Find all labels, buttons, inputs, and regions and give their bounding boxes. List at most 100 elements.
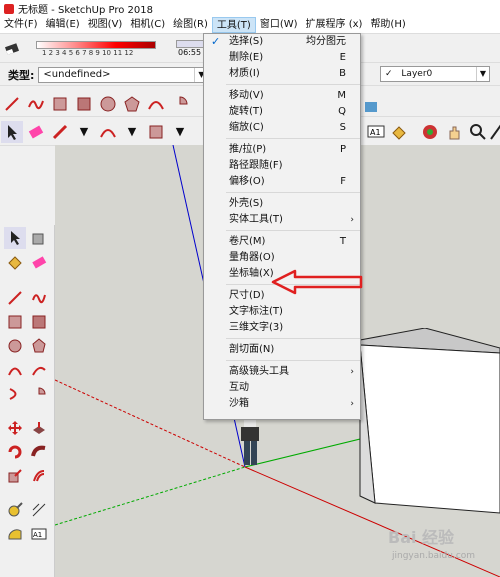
menu-view[interactable]: 视图(V) (84, 17, 127, 33)
menu-extensions[interactable]: 扩展程序 (x) (302, 17, 367, 33)
protractor-icon[interactable] (4, 523, 26, 545)
menu-file[interactable]: 文件(F) (0, 17, 42, 33)
pan-hand-icon[interactable] (443, 121, 465, 143)
tools-menu-item-label: 路径跟随(F) (229, 160, 283, 171)
window-title: 无标题 - SketchUp Pro 2018 (18, 5, 153, 16)
rectangle-icon[interactable] (49, 93, 71, 115)
tools-menu-item-label: 坐标轴(X) (229, 268, 274, 279)
text-label-icon[interactable]: A1 (28, 523, 50, 545)
tools-menu-item-shortcut: B (339, 68, 346, 79)
rotated-rectangle-icon[interactable] (73, 93, 95, 115)
eraser-icon[interactable] (1, 38, 23, 60)
pie-icon[interactable] (169, 93, 191, 115)
tools-menu-item-label: 沙箱 (229, 398, 249, 409)
scale-figure (241, 415, 259, 465)
arc-icon[interactable] (145, 93, 167, 115)
pushpull-icon[interactable] (28, 417, 50, 439)
tools-menu-item[interactable]: 材质(I) B (204, 66, 360, 82)
chevron-down-icon[interactable]: ▼ (73, 121, 95, 143)
arc-tool-icon[interactable] (97, 121, 119, 143)
type-dropdown[interactable]: <undefined> ▼ (38, 66, 209, 83)
freehand-icon[interactable] (28, 287, 50, 309)
line-icon[interactable] (4, 287, 26, 309)
tools-menu-item-shortcut: P (339, 144, 346, 155)
3d-box[interactable] (355, 328, 500, 528)
tools-menu-item[interactable]: 外壳(S) (204, 196, 360, 212)
tools-menu-item-label: 尺寸(D) (229, 290, 265, 301)
tools-menu-item-label: 移动(V) (229, 90, 264, 101)
layer-dropdown[interactable]: ✓ Layer0 ▼ (380, 66, 490, 82)
menu-edit[interactable]: 编辑(E) (42, 17, 84, 33)
tools-menu-item[interactable]: 三维文字(3) (204, 320, 360, 336)
tools-menu-item[interactable]: 缩放(C) S (204, 120, 360, 136)
eraser-tool-icon[interactable] (28, 251, 50, 273)
svg-text:A1: A1 (33, 531, 42, 539)
tools-menu-item[interactable]: 剖切面(N) (204, 342, 360, 358)
tools-menu-item-label: 缩放(C) (229, 122, 264, 133)
tools-menu-item[interactable]: 卷尺(M) T (204, 234, 360, 250)
polygon-icon[interactable] (121, 93, 143, 115)
tools-menu-item[interactable]: 路径跟随(F) (204, 158, 360, 174)
menu-draw[interactable]: 绘图(R) (169, 17, 212, 33)
watermark-url: jingyan.baidu.com (392, 551, 476, 561)
make-component-icon[interactable] (28, 227, 50, 249)
pushpull-icon[interactable] (361, 94, 383, 116)
tools-menu-item[interactable]: 高级镜头工具 › (204, 364, 360, 380)
paint-bucket-icon[interactable] (4, 251, 26, 273)
annotation-arrow-icon (271, 269, 363, 295)
tools-menu-item[interactable]: 沙箱 › (204, 396, 360, 412)
menu-tools[interactable]: 工具(T) (211, 17, 256, 33)
eraser-tool-icon[interactable] (25, 121, 47, 143)
pie-icon[interactable] (28, 383, 50, 405)
menu-window[interactable]: 窗口(W) (256, 17, 302, 33)
select-arrow-icon[interactable] (1, 120, 23, 143)
tools-menu-item-label: 材质(I) (229, 68, 260, 79)
menu-bar: 文件(F) 编辑(E) 视图(V) 相机(C) 绘图(R) 工具(T) 窗口(W… (0, 17, 500, 34)
tools-menu-item[interactable]: 移动(V) M (204, 88, 360, 104)
shadow-month-slider[interactable] (36, 40, 156, 49)
tools-menu-item[interactable]: 实体工具(T) › (204, 212, 360, 228)
scale-icon[interactable] (4, 465, 26, 487)
chevron-down-icon[interactable]: ▼ (169, 121, 191, 143)
orbit-icon[interactable] (419, 121, 441, 143)
tools-menu-item[interactable]: 删除(E) E (204, 50, 360, 66)
rotate-icon[interactable] (4, 441, 26, 463)
two-point-arc-icon[interactable] (28, 359, 50, 381)
zoom-extents-icon[interactable] (485, 121, 500, 143)
paint-bucket-icon[interactable] (388, 121, 410, 143)
select-arrow-icon[interactable] (4, 227, 26, 249)
circle-icon[interactable] (97, 93, 119, 115)
rotated-rectangle-icon[interactable] (28, 311, 50, 333)
move-icon[interactable] (4, 417, 26, 439)
tools-menu-item-label: 高级镜头工具 (229, 366, 289, 377)
tools-menu-item[interactable]: 推/拉(P) P (204, 142, 360, 158)
tools-menu-item[interactable]: ✓ 选择(S) 均分图元 (204, 34, 360, 50)
tools-menu-item[interactable]: 量角器(O) (204, 250, 360, 266)
tools-menu-item[interactable]: 旋转(T) Q (204, 104, 360, 120)
shape-tool-icon[interactable] (145, 121, 167, 143)
type-value: <undefined> (43, 68, 111, 80)
offset-icon[interactable] (28, 465, 50, 487)
circle-icon[interactable] (4, 335, 26, 357)
tape-measure-icon[interactable] (4, 499, 26, 521)
chevron-down-icon[interactable]: ▼ (121, 121, 143, 143)
follow-me-icon[interactable] (28, 441, 50, 463)
polygon-icon[interactable] (28, 335, 50, 357)
rectangle-icon[interactable] (4, 311, 26, 333)
pencil-icon[interactable] (49, 121, 71, 143)
arc-icon[interactable] (4, 359, 26, 381)
menu-help[interactable]: 帮助(H) (366, 17, 409, 33)
menu-camera[interactable]: 相机(C) (126, 17, 169, 33)
freehand-icon[interactable] (25, 93, 47, 115)
tools-menu-item-label: 外壳(S) (229, 198, 264, 209)
tools-menu-item-label: 互动 (229, 382, 249, 393)
tools-menu-item-label: 剖切面(N) (229, 344, 275, 355)
dimension-icon[interactable] (28, 499, 50, 521)
tools-menu-item[interactable]: 文字标注(T) (204, 304, 360, 320)
tools-menu-item[interactable]: 偏移(O) F (204, 174, 360, 190)
tools-menu-item[interactable]: 互动 (204, 380, 360, 396)
chevron-down-icon[interactable]: ▼ (476, 67, 489, 81)
three-point-arc-icon[interactable] (4, 383, 26, 405)
line-icon[interactable] (1, 93, 23, 115)
text-label-icon[interactable]: A1 (365, 121, 387, 143)
